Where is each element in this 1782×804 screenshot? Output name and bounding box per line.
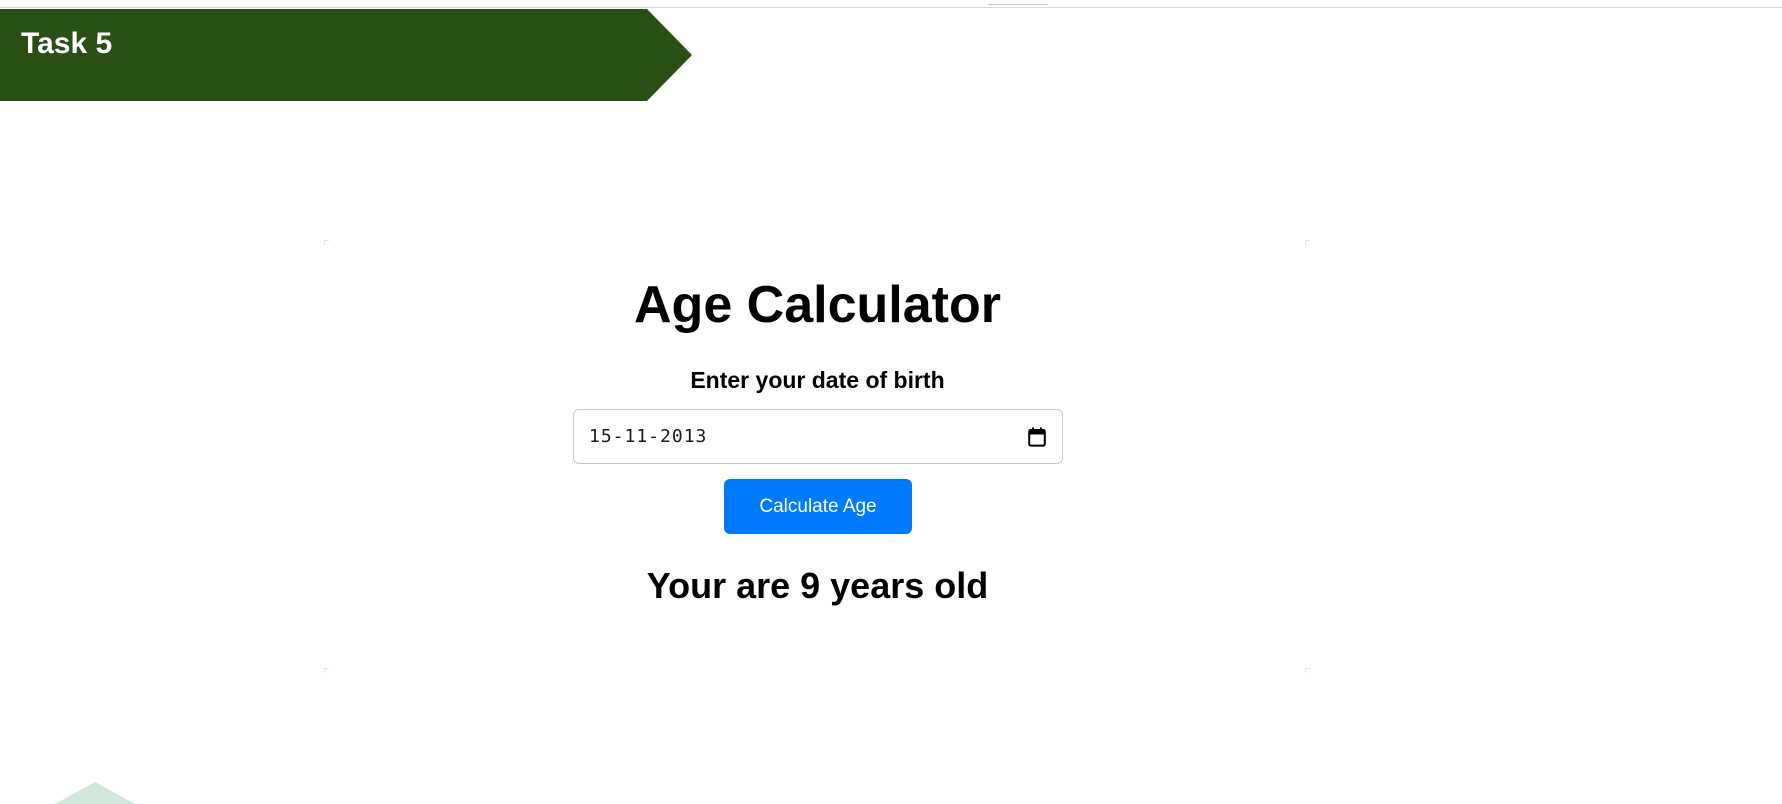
frame-corner-top-right [1305,240,1310,245]
frame-corner-top-left [324,240,329,245]
top-divider-tab [988,0,1048,5]
top-divider [0,0,1782,8]
dob-label: Enter your date of birth [690,367,945,393]
date-of-birth-input[interactable]: 15-11-2013 [573,409,1063,464]
frame-corner-bottom-right [1305,668,1310,673]
page-title: Age Calculator [634,276,1001,334]
task-label: Task 5 [21,27,113,60]
date-value[interactable]: 15-11-2013 [589,424,707,450]
calculate-age-button[interactable]: Calculate Age [724,479,912,534]
age-result: Your are 9 years old [646,565,989,606]
decorative-shape [55,782,135,804]
frame-corner-bottom-left [324,668,329,673]
calendar-icon[interactable] [1028,427,1046,447]
